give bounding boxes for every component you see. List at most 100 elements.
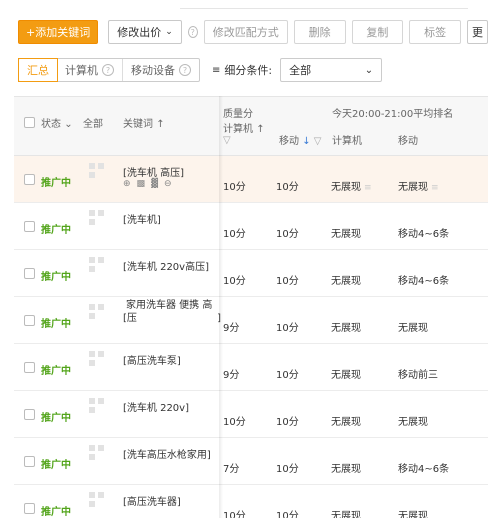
- table-row[interactable]: 推广中 [洗车高压水枪家用] 7分 10分 无展现 移动4~6条: [14, 438, 488, 485]
- keyword-header-label: 关键词: [123, 119, 153, 130]
- keyword-text[interactable]: [洗车机 高压]: [123, 164, 221, 179]
- device-tiles-icon: [89, 351, 107, 367]
- view-toolbar: 汇总 计算机 ? 移动设备 ? ≡ 细分条件: 全部 ⌄: [18, 58, 383, 82]
- keyword-line-text: [压: [123, 313, 137, 324]
- modify-match-button[interactable]: 修改匹配方式: [203, 20, 288, 44]
- tab-mobile[interactable]: 移动设备 ?: [123, 59, 199, 81]
- filter-icon[interactable]: ▽: [314, 136, 322, 147]
- table-row[interactable]: 推广中 [洗车机 220v] 10分 10分 无展现 无展现: [14, 391, 488, 438]
- rank-mobile-cell: 移动4~6条: [398, 276, 450, 287]
- rank-computer-header: 计算机: [332, 136, 362, 147]
- device-tabs: 汇总 计算机 ? 移动设备 ?: [18, 58, 200, 82]
- rank-computer-text: 无展现: [331, 182, 361, 193]
- rank-mobile-cell: 无展现 ≡: [398, 178, 439, 193]
- row-checkbox[interactable]: [24, 221, 35, 232]
- tab-mobile-label: 移动设备: [131, 64, 175, 77]
- help-icon: ?: [102, 64, 114, 76]
- qs-mobile-cell: 10分: [276, 417, 299, 428]
- qs-computer-cell: 10分: [223, 182, 246, 193]
- qs-computer-header[interactable]: 计算机 ↑ ▽: [223, 124, 265, 146]
- help-icon[interactable]: ?: [187, 26, 198, 38]
- bar-chart-icon[interactable]: ▓: [151, 179, 158, 189]
- rank-mobile-text: 无展现: [398, 182, 428, 193]
- keyword-column-header[interactable]: 关键词 ↑: [123, 115, 165, 130]
- row-checkbox[interactable]: [24, 409, 35, 420]
- add-keyword-button[interactable]: +添加关键词: [18, 20, 99, 44]
- row-checkbox[interactable]: [24, 174, 35, 185]
- tab-summary[interactable]: 汇总: [18, 58, 58, 82]
- device-tiles-icon: [89, 210, 107, 226]
- filter-label-text: 细分条件:: [224, 64, 273, 77]
- qs-mobile-cell: 10分: [276, 276, 299, 287]
- qs-mobile-header[interactable]: 移动 ↓ ▽: [279, 132, 321, 147]
- keyword-text[interactable]: [高压洗车泵]: [123, 352, 221, 367]
- rank-computer-cell: 无展现: [331, 370, 361, 381]
- rank-mobile-cell: 无展现: [398, 511, 428, 518]
- table-row[interactable]: 推广中 [高压洗车器] 10分 10分 无展现 无展现: [14, 485, 488, 518]
- select-all-checkbox[interactable]: [24, 117, 35, 128]
- tab-computer-label: 计算机: [65, 64, 98, 77]
- chevron-down-icon: ⌄: [364, 64, 374, 76]
- keyword-text[interactable]: [高压洗车器]: [123, 493, 221, 508]
- table-row[interactable]: 推广中 [洗车机 220v高压] 10分 10分 无展现 移动4~6条: [14, 250, 488, 297]
- row-checkbox[interactable]: [24, 362, 35, 373]
- status-column-header[interactable]: 状态 ⌄: [41, 115, 73, 130]
- rank-computer-cell: 无展现: [331, 323, 361, 334]
- rank-computer-cell: 无展现: [331, 511, 361, 518]
- status-badge: 推广中: [41, 366, 71, 377]
- device-tiles-icon: [89, 304, 107, 320]
- modify-bid-label: 修改出价: [117, 26, 162, 39]
- device-tiles-icon: [89, 445, 107, 461]
- ranking-header: 今天20:00-21:00平均排名: [332, 109, 454, 120]
- quality-score-header: 质量分: [223, 109, 253, 120]
- status-badge: 推广中: [41, 319, 71, 330]
- table-row[interactable]: 推广中 家用洗车器 便携 高 [压 ] 9分 10分 无展现 无展现: [14, 297, 488, 344]
- keyword-text[interactable]: 家用洗车器 便携 高 [压 ]: [123, 299, 221, 325]
- modify-bid-button[interactable]: 修改出价 ⌄: [108, 20, 182, 44]
- zoom-out-icon[interactable]: ⊖: [164, 179, 172, 189]
- copy-button[interactable]: 复制: [351, 20, 404, 44]
- qs-mobile-cell: 10分: [276, 182, 299, 193]
- all-column-header[interactable]: 全部: [83, 115, 103, 130]
- keyword-text[interactable]: [洗车高压水枪家用]: [123, 446, 221, 461]
- qs-computer-cell: 9分: [223, 323, 240, 334]
- filter-select-value: 全部: [289, 64, 312, 77]
- tab-computer[interactable]: 计算机 ?: [57, 59, 123, 81]
- qs-computer-cell: 10分: [223, 276, 246, 287]
- more-button[interactable]: 更: [467, 20, 488, 44]
- table-header: 状态 ⌄ 全部 关键词 ↑ 质量分 今天20:00-21:00平均排名 计算机 …: [14, 96, 488, 156]
- status-badge: 推广中: [41, 225, 71, 236]
- keyword-line: [压 ]: [123, 312, 221, 325]
- row-checkbox[interactable]: [24, 268, 35, 279]
- rank-computer-cell: 无展现: [331, 417, 361, 428]
- keyword-tools: ⊕ ▩ ▓ ⊖: [123, 179, 172, 189]
- table-row[interactable]: 推广中 [高压洗车泵] 9分 10分 无展现 移动前三: [14, 344, 488, 391]
- chevron-down-icon: ⌄: [165, 27, 173, 37]
- qs-mobile-cell: 10分: [276, 464, 299, 475]
- qs-computer-label: 计算机: [223, 124, 253, 135]
- delete-button[interactable]: 删除: [293, 20, 346, 44]
- qs-computer-cell: 10分: [223, 511, 246, 518]
- row-checkbox[interactable]: [24, 503, 35, 514]
- table-row[interactable]: 推广中 [洗车机] 10分 10分 无展现 移动4~6条: [14, 203, 488, 250]
- table-row[interactable]: 推广中 [洗车机 高压] ⊕ ▩ ▓ ⊖ 10分 10分 无展现 ≡ 无展现 ≡: [14, 156, 488, 203]
- device-tiles-icon: [89, 257, 107, 273]
- filter-select[interactable]: 全部 ⌄: [280, 58, 383, 82]
- target-icon[interactable]: ⊕: [123, 179, 131, 189]
- status-badge: 推广中: [41, 178, 71, 189]
- keyword-text[interactable]: [洗车机 220v]: [123, 399, 221, 414]
- row-checkbox[interactable]: [24, 315, 35, 326]
- qs-computer-cell: 7分: [223, 464, 240, 475]
- filter-label: ≡ 细分条件:: [212, 62, 272, 78]
- rank-mobile-header: 移动: [398, 136, 418, 147]
- qs-mobile-cell: 10分: [276, 229, 299, 240]
- filter-icon[interactable]: ▽: [223, 135, 231, 146]
- trash-icon[interactable]: ▩: [137, 179, 146, 189]
- keyword-text[interactable]: [洗车机]: [123, 211, 221, 226]
- rank-mobile-cell: 无展现: [398, 417, 428, 428]
- tag-button[interactable]: 标签: [409, 20, 461, 44]
- chevron-down-icon: ⌄: [64, 119, 73, 130]
- rank-mobile-cell: 移动4~6条: [398, 229, 450, 240]
- row-checkbox[interactable]: [24, 456, 35, 467]
- keyword-text[interactable]: [洗车机 220v高压]: [123, 258, 221, 273]
